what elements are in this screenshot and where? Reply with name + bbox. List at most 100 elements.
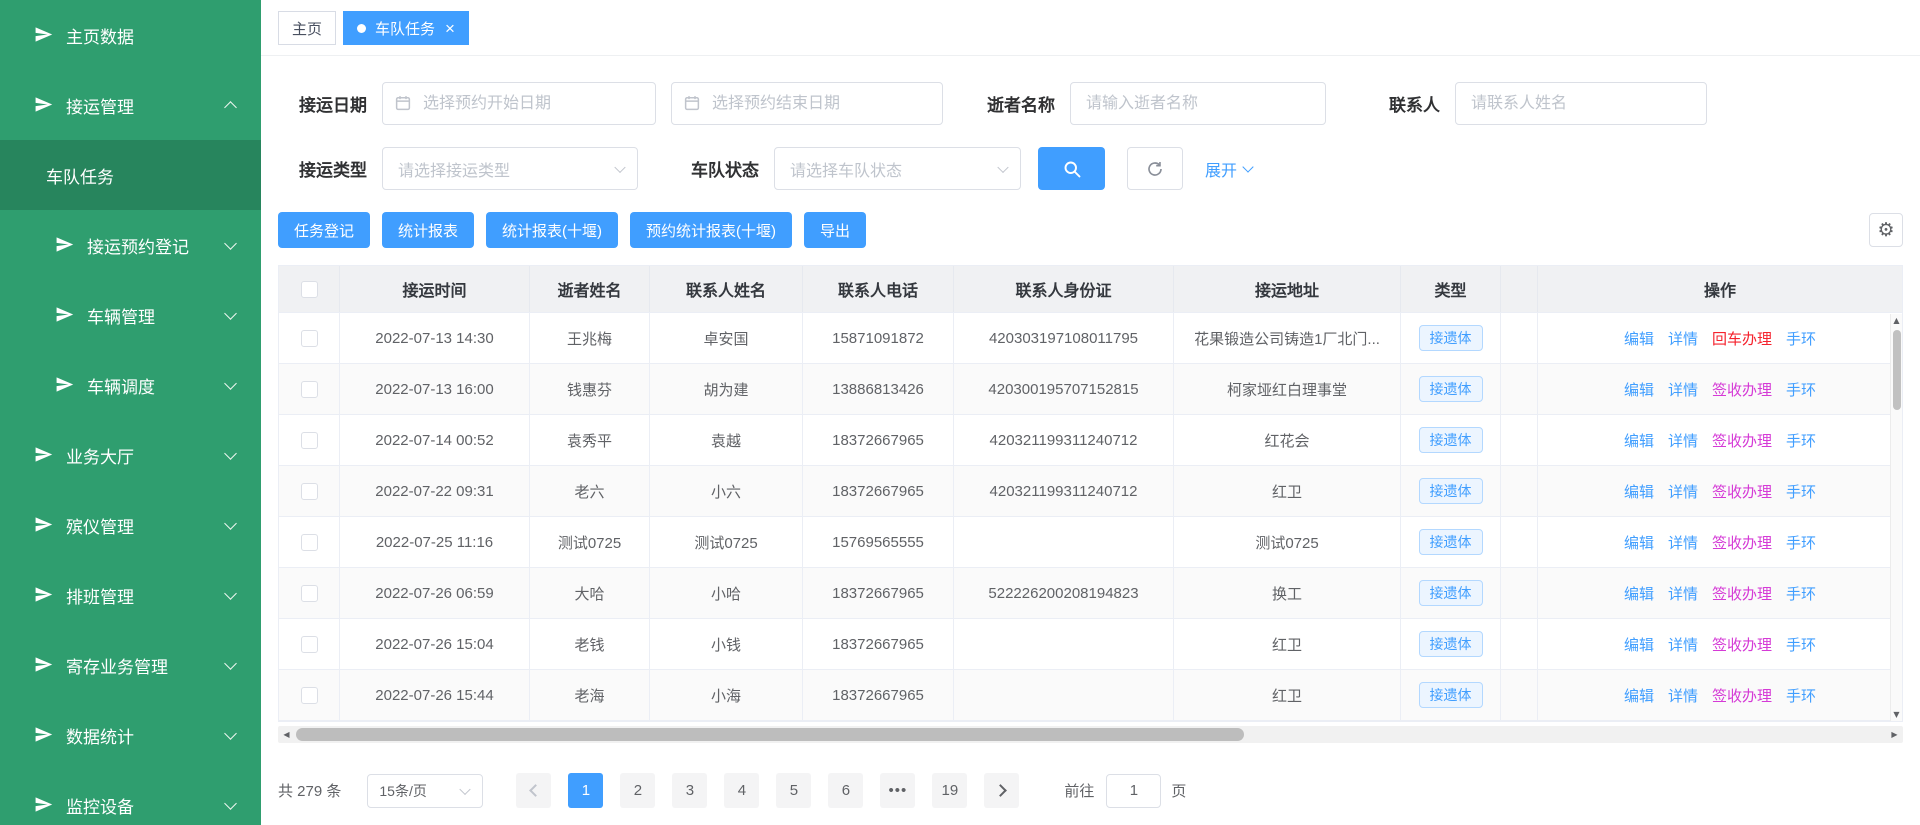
row-checkbox-cell [279, 415, 340, 465]
detail-link[interactable]: 详情 [1668, 583, 1698, 604]
vertical-scroll-thumb[interactable] [1893, 330, 1901, 410]
vertical-scrollbar[interactable] [1890, 314, 1902, 721]
wristband-link[interactable]: 手环 [1786, 532, 1816, 553]
sidebar-item[interactable]: 排班管理 [0, 560, 261, 630]
toolbar-button[interactable]: 任务登记 [278, 212, 370, 248]
sidebar-item[interactable]: 数据统计 [0, 700, 261, 770]
edit-link[interactable]: 编辑 [1624, 583, 1654, 604]
detail-link[interactable]: 详情 [1668, 685, 1698, 706]
prev-page-button[interactable] [516, 773, 551, 808]
tab-item[interactable]: 主页 [278, 11, 336, 45]
pager-ellipsis[interactable]: ••• [880, 773, 915, 808]
sidebar-item-label: 车辆调度 [87, 373, 155, 398]
cell-contact-phone: 15871091872 [803, 313, 954, 363]
row-checkbox[interactable] [301, 585, 318, 602]
goto-suffix: 页 [1171, 780, 1186, 801]
process-link[interactable]: 签收办理 [1712, 583, 1772, 604]
wristband-link[interactable]: 手环 [1786, 481, 1816, 502]
row-checkbox[interactable] [301, 381, 318, 398]
page-button[interactable]: 2 [620, 773, 655, 808]
deceased-name-input[interactable] [1070, 82, 1326, 125]
page-button[interactable]: 5 [776, 773, 811, 808]
sidebar-item[interactable]: 接运预约登记 [0, 210, 261, 280]
contact-name-input[interactable] [1455, 82, 1707, 125]
send-icon [34, 25, 54, 45]
edit-link[interactable]: 编辑 [1624, 328, 1654, 349]
toolbar-button[interactable]: 统计报表 [382, 212, 474, 248]
toolbar-button[interactable]: 统计报表(十堰) [486, 212, 618, 248]
detail-link[interactable]: 详情 [1668, 379, 1698, 400]
select-all-checkbox[interactable] [301, 281, 318, 298]
edit-link[interactable]: 编辑 [1624, 430, 1654, 451]
cell-deceased-name: 老六 [530, 466, 650, 516]
wristband-link[interactable]: 手环 [1786, 430, 1816, 451]
next-page-button[interactable] [984, 773, 1019, 808]
sidebar-item[interactable]: 车辆调度 [0, 350, 261, 420]
page-button[interactable]: 4 [724, 773, 759, 808]
row-checkbox[interactable] [301, 432, 318, 449]
sidebar-item[interactable]: 监控设备 [0, 770, 261, 825]
sidebar-item[interactable]: 主页数据 [0, 0, 261, 70]
fleet-status-select[interactable]: 请选择车队状态 [774, 147, 1021, 190]
page-button[interactable]: 19 [932, 773, 967, 808]
process-link[interactable]: 签收办理 [1712, 430, 1772, 451]
edit-link[interactable]: 编辑 [1624, 481, 1654, 502]
tab-active[interactable]: 车队任务 [343, 11, 469, 45]
wristband-link[interactable]: 手环 [1786, 685, 1816, 706]
horizontal-scroll-thumb[interactable] [296, 728, 1244, 741]
detail-link[interactable]: 详情 [1668, 634, 1698, 655]
date-end-input[interactable] [671, 82, 943, 125]
process-link[interactable]: 签收办理 [1712, 634, 1772, 655]
data-table: 接运时间逝者姓名联系人姓名联系人电话联系人身份证接运地址类型操作 2022-07… [278, 265, 1903, 722]
sidebar-item[interactable]: 车辆管理 [0, 280, 261, 350]
goto-page-input[interactable] [1106, 774, 1161, 808]
transport-type-select[interactable]: 请选择接运类型 [382, 147, 638, 190]
select-placeholder: 请选择车队状态 [790, 157, 902, 181]
settings-button[interactable]: ⚙ [1869, 213, 1903, 247]
detail-link[interactable]: 详情 [1668, 430, 1698, 451]
scroll-right-arrow[interactable] [1886, 726, 1903, 743]
toolbar-button[interactable]: 预约统计报表(十堰) [630, 212, 792, 248]
row-checkbox[interactable] [301, 483, 318, 500]
toolbar-button[interactable]: 导出 [804, 212, 866, 248]
tab-close-icon[interactable] [445, 20, 455, 37]
cell-contact-id: 420321199311240712 [954, 466, 1174, 516]
page-button[interactable]: 3 [672, 773, 707, 808]
row-checkbox[interactable] [301, 534, 318, 551]
process-link[interactable]: 签收办理 [1712, 379, 1772, 400]
scroll-left-arrow[interactable] [278, 726, 295, 743]
process-link[interactable]: 回车办理 [1712, 328, 1772, 349]
horizontal-scrollbar[interactable] [278, 726, 1903, 743]
sidebar-item[interactable]: 接运管理 [0, 70, 261, 140]
wristband-link[interactable]: 手环 [1786, 328, 1816, 349]
detail-link[interactable]: 详情 [1668, 328, 1698, 349]
scroll-down-arrow[interactable] [1891, 710, 1902, 719]
wristband-link[interactable]: 手环 [1786, 634, 1816, 655]
edit-link[interactable]: 编辑 [1624, 379, 1654, 400]
edit-link[interactable]: 编辑 [1624, 634, 1654, 655]
detail-link[interactable]: 详情 [1668, 481, 1698, 502]
row-checkbox[interactable] [301, 687, 318, 704]
wristband-link[interactable]: 手环 [1786, 379, 1816, 400]
sidebar-item-active[interactable]: 车队任务 [0, 140, 261, 210]
expand-toggle[interactable]: 展开 [1205, 157, 1252, 181]
scroll-up-arrow[interactable] [1891, 316, 1902, 325]
refresh-button[interactable] [1127, 147, 1183, 190]
sidebar-item[interactable]: 寄存业务管理 [0, 630, 261, 700]
page-button[interactable]: 1 [568, 773, 603, 808]
date-start-input[interactable] [382, 82, 656, 125]
search-button[interactable] [1038, 147, 1105, 190]
row-checkbox[interactable] [301, 636, 318, 653]
process-link[interactable]: 签收办理 [1712, 481, 1772, 502]
process-link[interactable]: 签收办理 [1712, 532, 1772, 553]
page-size-select[interactable]: 15条/页 [367, 774, 483, 808]
page-button[interactable]: 6 [828, 773, 863, 808]
detail-link[interactable]: 详情 [1668, 532, 1698, 553]
sidebar-item[interactable]: 业务大厅 [0, 420, 261, 490]
process-link[interactable]: 签收办理 [1712, 685, 1772, 706]
sidebar-item[interactable]: 殡仪管理 [0, 490, 261, 560]
row-checkbox[interactable] [301, 330, 318, 347]
edit-link[interactable]: 编辑 [1624, 685, 1654, 706]
edit-link[interactable]: 编辑 [1624, 532, 1654, 553]
wristband-link[interactable]: 手环 [1786, 583, 1816, 604]
